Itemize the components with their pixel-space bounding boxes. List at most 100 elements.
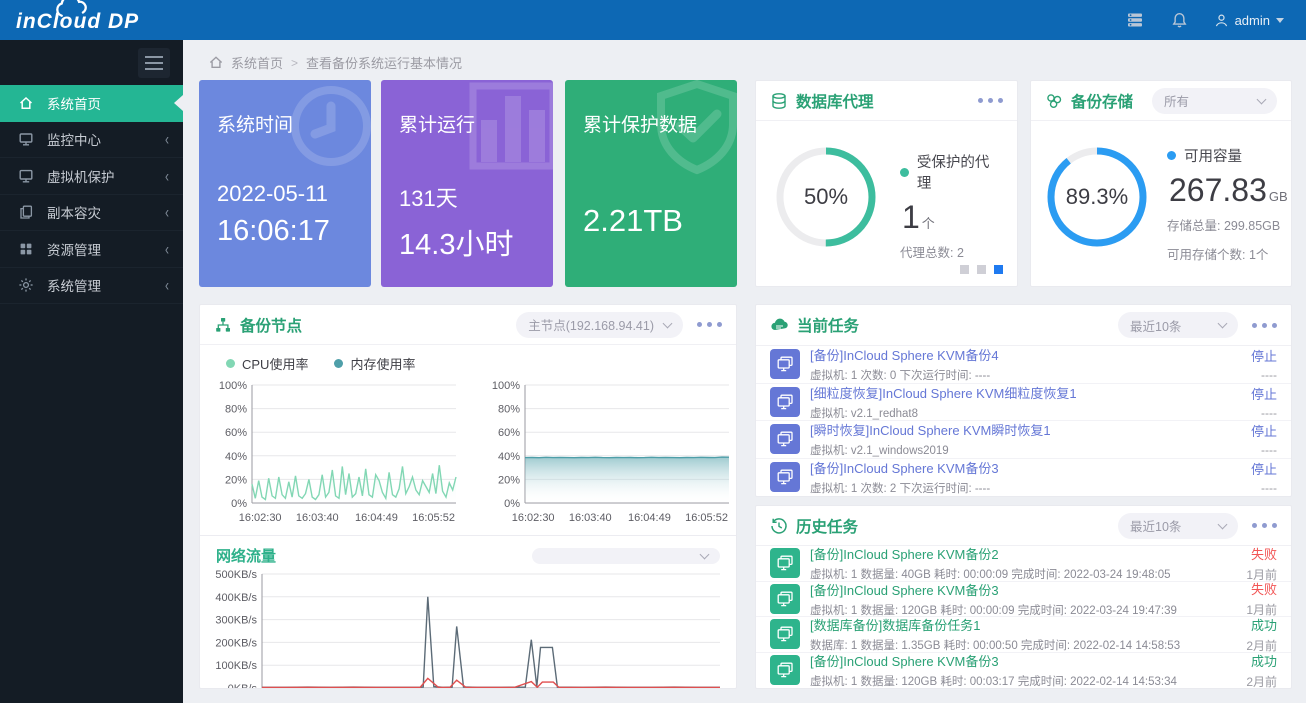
display-icon <box>18 168 34 184</box>
task-time: ---- <box>1199 481 1277 495</box>
panel-menu-button[interactable] <box>978 98 1003 103</box>
stat-card-value-1: 131天 <box>399 181 535 213</box>
task-title[interactable]: [备份]InCloud Sphere KVM备份3 <box>810 458 1199 477</box>
sidebar-item-monitor[interactable]: 监控中心 ‹ <box>0 122 183 159</box>
svg-text:16:05:52: 16:05:52 <box>412 512 455 524</box>
breadcrumb-page: 查看备份系统运行基本情况 <box>306 53 462 72</box>
storage-filter-dropdown[interactable]: 所有 <box>1152 88 1277 114</box>
task-row[interactable]: [备份]InCloud Sphere KVM备份3虚拟机: 1 次数: 2 下次… <box>756 459 1291 497</box>
svg-text:60%: 60% <box>225 427 247 439</box>
backup-node-panel: 备份节点 主节点(192.168.94.41) CPU使用率内存使用率 0%20… <box>199 304 737 689</box>
task-info: [细粒度恢复]InCloud Sphere KVM细粒度恢复1 虚拟机: v2.1… <box>810 383 1199 421</box>
vm-task-icon <box>770 619 800 649</box>
user-menu[interactable]: admin <box>1214 13 1284 28</box>
task-status: 失败 <box>1199 544 1277 563</box>
stat-card-title: 累计保护数据 <box>583 110 719 137</box>
panel-menu-button[interactable] <box>1252 323 1277 328</box>
task-title[interactable]: [备份]InCloud Sphere KVM备份3 <box>810 580 1199 599</box>
task-subtitle: 虚拟机: 1 次数: 0 下次运行时间: ---- <box>810 367 1199 383</box>
task-status-block: 成功2月前 <box>1199 615 1277 654</box>
svg-text:16:03:40: 16:03:40 <box>296 512 339 524</box>
panel-menu-button[interactable] <box>697 322 722 327</box>
task-row[interactable]: [备份]InCloud Sphere KVM备份3 虚拟机: 1 数据量: 120… <box>756 653 1291 689</box>
task-row[interactable]: [备份]InCloud Sphere KVM备份2虚拟机: 1 数据量: 40G… <box>756 546 1291 582</box>
sidebar-item-display[interactable]: 虚拟机保护‹ <box>0 158 183 195</box>
sidebar-item-copy[interactable]: 副本容灾‹ <box>0 195 183 232</box>
sidebar-item-home[interactable]: 系统首页 <box>0 85 183 122</box>
agent-count-unit: 个 <box>922 216 935 231</box>
task-subtitle: 虚拟机: v2.1_windows2019 <box>810 442 1199 458</box>
task-row[interactable]: [细粒度恢复]InCloud Sphere KVM细粒度恢复1 虚拟机: v2.1… <box>756 384 1291 422</box>
task-title[interactable]: [备份]InCloud Sphere KVM备份3 <box>810 651 1199 670</box>
stat-card-2: 累计运行131天14.3小时 <box>381 80 553 287</box>
task-row[interactable]: [备份]InCloud Sphere KVM备份3虚拟机: 1 数据量: 120… <box>756 582 1291 618</box>
panel-title: 备份节点 <box>240 314 302 336</box>
sidebar-item-label: 监控中心 <box>47 129 101 149</box>
chevron-collapse-icon: ‹ <box>165 275 169 295</box>
chart-legend-item: CPU使用率 <box>226 354 308 373</box>
chevron-collapse-icon: ‹ <box>165 239 169 259</box>
current-tasks-dropdown[interactable]: 最近10条 <box>1118 312 1238 338</box>
svg-text:16:04:49: 16:04:49 <box>628 512 671 524</box>
carousel-dot[interactable] <box>994 265 1003 274</box>
chevron-down-icon <box>663 318 673 328</box>
task-status: 停止 <box>1199 346 1277 365</box>
home-icon <box>18 95 34 111</box>
task-row[interactable]: [备份]InCloud Sphere KVM备份4 虚拟机: 1 次数: 0 下次… <box>756 346 1291 384</box>
task-status: 失败 <box>1199 579 1277 598</box>
sidebar-item-grid[interactable]: 资源管理‹ <box>0 231 183 268</box>
top-bar: inCloud DP admin <box>0 0 1306 40</box>
logo-text: inCloud DP <box>16 10 139 34</box>
legend-dot <box>900 168 909 177</box>
breadcrumb-separator: > <box>291 56 298 70</box>
sidebar-collapse-button[interactable] <box>138 48 170 78</box>
agent-count: 1 <box>902 199 920 235</box>
svg-text:16:02:30: 16:02:30 <box>512 512 555 524</box>
breadcrumb-home[interactable]: 系统首页 <box>231 53 283 72</box>
notification-bell-icon[interactable] <box>1171 12 1188 29</box>
main-content: 系统首页 > 查看备份系统运行基本情况 系统时间2022-05-1116:06:… <box>183 40 1306 703</box>
stat-card-value-2: 14.3小时 <box>399 221 535 263</box>
vm-task-icon <box>770 655 800 685</box>
carousel-indicators[interactable] <box>960 265 1003 274</box>
task-status-block: 停止---- <box>1199 346 1277 382</box>
server-list-icon[interactable] <box>1125 12 1145 28</box>
svg-text:100%: 100% <box>492 380 520 392</box>
task-title[interactable]: [备份]InCloud Sphere KVM备份4 <box>810 345 1199 364</box>
app-logo[interactable]: inCloud DP <box>0 0 190 40</box>
storage-count: 可用存储个数: 1个 <box>1167 244 1288 263</box>
task-title[interactable]: [备份]InCloud Sphere KVM备份2 <box>810 544 1199 563</box>
vm-task-icon <box>770 584 800 614</box>
panel-menu-button[interactable] <box>1252 523 1277 528</box>
carousel-dot[interactable] <box>977 265 986 274</box>
sidebar-item-gear[interactable]: 系统管理‹ <box>0 268 183 305</box>
history-tasks-panel: 历史任务 最近10条 [备份]InCloud Sphere KVM备份2虚拟机:… <box>755 505 1292 689</box>
task-status: 成功 <box>1199 651 1277 670</box>
chevron-down-icon <box>1276 18 1284 23</box>
task-title[interactable]: [瞬时恢复]InCloud Sphere KVM瞬时恢复1 <box>810 420 1199 439</box>
svg-text:40%: 40% <box>498 451 520 463</box>
storage-percent: 89.3% <box>1045 145 1149 249</box>
history-tasks-dropdown[interactable]: 最近10条 <box>1118 513 1238 539</box>
task-subtitle: 虚拟机: 1 数据量: 120GB 耗时: 00:03:17 完成时间: 202… <box>810 673 1199 689</box>
task-title[interactable]: [细粒度恢复]InCloud Sphere KVM细粒度恢复1 <box>810 383 1199 402</box>
task-subtitle: 虚拟机: v2.1_redhat8 <box>810 405 1199 421</box>
network-filter-dropdown[interactable] <box>532 548 720 564</box>
node-select-dropdown[interactable]: 主节点(192.168.94.41) <box>516 312 683 338</box>
stat-card-1: 系统时间2022-05-1116:06:17 <box>199 80 371 287</box>
svg-text:500KB/s: 500KB/s <box>215 569 257 581</box>
task-row[interactable]: [数据库备份]数据库备份任务1数据库: 1 数据量: 1.35GB 耗时: 00… <box>756 617 1291 653</box>
task-status-block: 失败1月前 <box>1199 579 1277 618</box>
svg-text:20%: 20% <box>225 474 247 486</box>
task-title[interactable]: [数据库备份]数据库备份任务1 <box>810 615 1199 634</box>
carousel-dot[interactable] <box>960 265 969 274</box>
task-status: 停止 <box>1199 421 1277 440</box>
chart-legend-item: 内存使用率 <box>334 354 415 373</box>
stat-card-title: 系统时间 <box>217 110 353 137</box>
task-row[interactable]: [瞬时恢复]InCloud Sphere KVM瞬时恢复1 虚拟机: v2.1_w… <box>756 421 1291 459</box>
vm-task-icon <box>770 462 800 492</box>
chevron-collapse-icon: ‹ <box>165 129 169 149</box>
cloud-tasks-icon <box>770 316 789 334</box>
svg-text:16:05:52: 16:05:52 <box>685 512 728 524</box>
storage-cluster-icon <box>1045 92 1063 110</box>
